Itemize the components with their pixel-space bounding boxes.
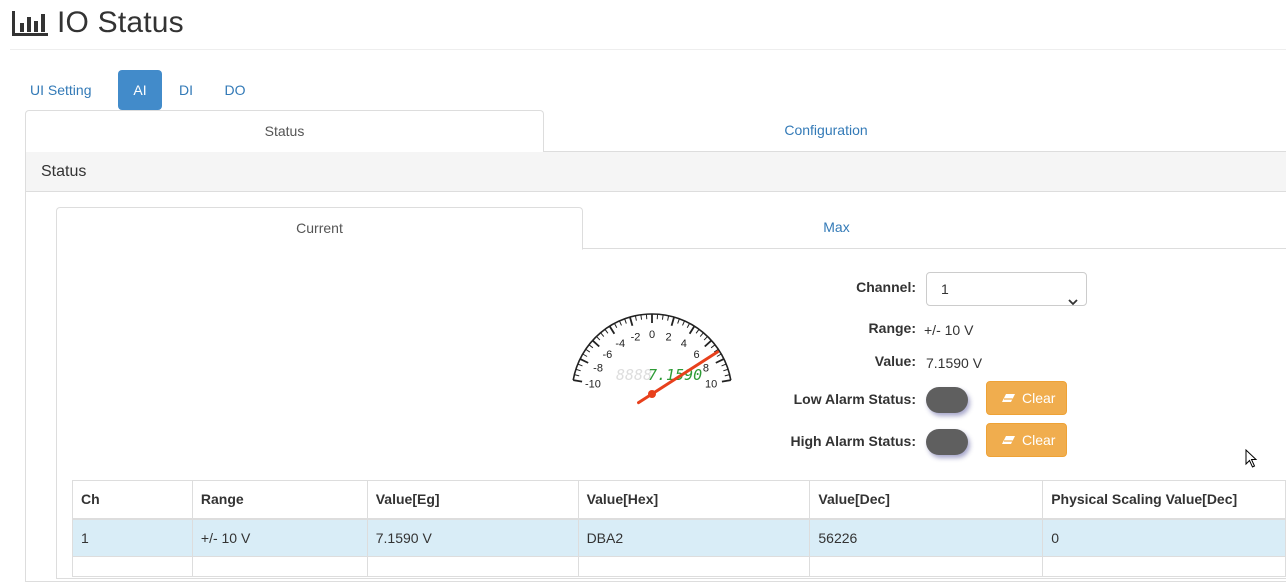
gauge-tick-label: -2 — [631, 331, 641, 343]
low-alarm-toggle[interactable] — [926, 387, 968, 413]
gauge-minor-tick — [583, 354, 587, 357]
col-value-eg: Value[Eg] — [367, 481, 578, 519]
gauge-minor-tick — [574, 375, 579, 376]
tab-ui-setting[interactable]: UI Setting — [30, 70, 116, 110]
col-ch: Ch — [73, 481, 193, 519]
high-alarm-toggle[interactable] — [926, 429, 968, 455]
value-label: Value: — [716, 353, 916, 369]
channel-select-value: 1 — [941, 281, 949, 297]
gauge-minor-tick — [700, 333, 703, 337]
gauge-minor-tick — [696, 329, 699, 333]
gauge-tick-label: -10 — [585, 379, 601, 391]
clear-label: Clear — [1022, 390, 1055, 406]
col-range: Range — [192, 481, 367, 519]
gauge-minor-tick — [589, 345, 593, 348]
gauge-tick-label: -4 — [615, 338, 625, 350]
gauge-minor-tick — [683, 321, 685, 326]
gauge-major-tick — [690, 326, 695, 334]
col-physical-scaling: Physical Scaling Value[Dec] — [1043, 481, 1286, 519]
gauge-tick-label: 10 — [705, 379, 717, 391]
tab-status[interactable]: Status — [25, 110, 544, 153]
gauge-major-tick — [705, 340, 712, 346]
tab-current[interactable]: Current — [56, 207, 583, 250]
range-label: Range: — [716, 320, 916, 336]
tab-max[interactable]: Max — [583, 207, 1090, 249]
gauge-tick-label: 8 — [703, 363, 709, 375]
tab-ai[interactable]: AI — [118, 70, 162, 110]
page-title: IO Status — [57, 6, 184, 40]
cell-value-eg: 7.1590 V — [367, 519, 578, 557]
mouse-cursor-icon — [1245, 449, 1259, 472]
high-alarm-label: High Alarm Status: — [716, 433, 916, 449]
cell-ch: 1 — [73, 519, 193, 557]
cell-value-dec: 56226 — [810, 519, 1043, 557]
gauge-display-ghost: 8888 — [616, 366, 652, 384]
gauge-minor-tick — [619, 321, 621, 326]
gauge-major-tick — [672, 317, 674, 326]
gauge-tick-label: 6 — [694, 349, 700, 361]
col-value-dec: Value[Dec] — [810, 481, 1043, 519]
gauge-minor-tick — [704, 336, 707, 340]
page-header: IO Status — [10, 0, 1286, 50]
tab-do[interactable]: DO — [220, 70, 250, 110]
cell-physical-scaling: 0 — [1043, 519, 1286, 557]
gauge-major-tick — [573, 380, 582, 382]
gauge-minor-tick — [625, 319, 627, 324]
value-value: 7.1590 V — [926, 355, 982, 371]
range-value: +/- 10 V — [924, 322, 973, 338]
tab-di[interactable]: DI — [172, 70, 200, 110]
analog-gauge: -10-8-6-4-20246810 8888 7.1590 — [566, 308, 738, 411]
gauge-svg: -10-8-6-4-20246810 8888 7.1590 — [566, 308, 738, 408]
gauge-tick-label: -6 — [603, 349, 613, 361]
gauge-minor-tick — [576, 369, 581, 371]
channel-select[interactable]: 1 — [926, 272, 1087, 306]
clear-label: Clear — [1022, 432, 1055, 448]
gauge-tick-label: 4 — [681, 338, 687, 350]
low-alarm-label: Low Alarm Status: — [716, 391, 916, 407]
gauge-minor-tick — [614, 323, 616, 327]
status-tabs: Status Configuration — [25, 110, 1286, 152]
gauge-tick-label: 2 — [665, 331, 671, 343]
eraser-icon — [1001, 424, 1016, 456]
gauge-minor-tick — [641, 315, 642, 320]
channel-label: Channel: — [716, 279, 916, 295]
gauge-minor-tick — [678, 319, 680, 324]
high-alarm-clear-button[interactable]: Clear — [986, 423, 1067, 457]
value-tabs: Current Max — [56, 207, 1286, 249]
gauge-major-tick — [580, 359, 588, 363]
gauge-minor-tick — [578, 364, 583, 366]
gauge-major-tick — [630, 317, 632, 326]
gauge-minor-tick — [687, 323, 689, 327]
gauge-tick-label: -8 — [593, 363, 603, 375]
gauge-minor-tick — [662, 315, 663, 320]
gauge-minor-tick — [725, 375, 730, 376]
table-header-row: Ch Range Value[Eg] Value[Hex] Value[Dec]… — [73, 481, 1286, 519]
ai-status-table: Ch Range Value[Eg] Value[Hex] Value[Dec]… — [72, 480, 1286, 577]
gauge-hub — [648, 390, 656, 398]
chevron-down-icon — [1068, 285, 1078, 317]
gauge-minor-tick — [711, 345, 715, 348]
eraser-icon — [1001, 382, 1016, 414]
gauge-major-tick — [593, 340, 600, 346]
gauge-major-tick — [722, 380, 731, 382]
gauge-major-tick — [610, 326, 615, 334]
bar-chart-icon — [12, 11, 48, 40]
gauge-minor-tick — [668, 316, 669, 321]
cell-value-hex: DBA2 — [578, 519, 810, 557]
gauge-minor-tick — [635, 316, 636, 321]
gauge-minor-tick — [586, 349, 590, 352]
gauge-tick-label: 0 — [649, 329, 655, 341]
col-value-hex: Value[Hex] — [578, 481, 810, 519]
gauge-minor-tick — [605, 329, 608, 333]
panel-heading: Status — [26, 152, 1286, 192]
gauge-minor-tick — [596, 336, 599, 340]
table-row[interactable]: 1 +/- 10 V 7.1590 V DBA2 56226 0 — [73, 519, 1286, 557]
low-alarm-clear-button[interactable]: Clear — [986, 381, 1067, 415]
tab-configuration[interactable]: Configuration — [544, 110, 1108, 152]
gauge-minor-tick — [601, 333, 604, 337]
cell-range: +/- 10 V — [192, 519, 367, 557]
gauge-minor-tick — [723, 369, 728, 371]
